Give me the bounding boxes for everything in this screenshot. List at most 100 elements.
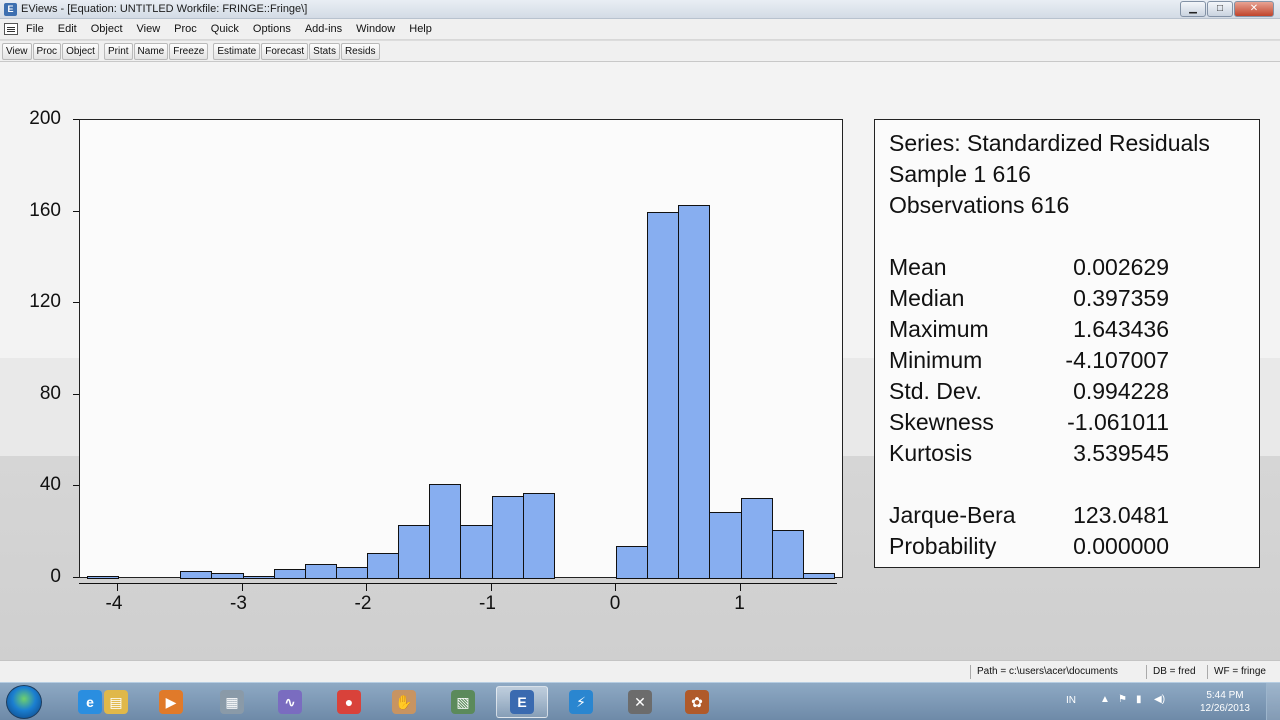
y-tick-mark (73, 302, 79, 304)
menu-file[interactable]: File (26, 23, 44, 35)
name-button[interactable]: Name (133, 42, 169, 60)
stat-value: 1.643436 (1073, 316, 1169, 342)
object-toolbar: View Proc Object Print Name Freeze Estim… (0, 41, 1280, 62)
histogram-bar (460, 525, 493, 579)
y-tick-label: 120 (29, 291, 61, 313)
taskbar-button[interactable]: ∿ (264, 686, 316, 718)
object-button[interactable]: Object (62, 42, 99, 60)
menu-object[interactable]: Object (91, 23, 123, 35)
histogram-plot (79, 119, 843, 579)
volume-icon[interactable]: ◀) (1154, 694, 1165, 705)
histogram-bar (367, 552, 400, 579)
taskbar-button[interactable]: ▶ (145, 686, 197, 718)
stat-value: 0.000000 (1073, 533, 1169, 559)
lightning-icon: ⚡ (569, 690, 593, 714)
system-menu-icon[interactable] (4, 23, 18, 35)
clock[interactable]: 5:44 PM 12/26/2013 (1200, 689, 1250, 715)
network-icon[interactable]: ▮ (1136, 694, 1142, 705)
histogram-bar (180, 571, 213, 579)
clock-time: 5:44 PM (1206, 690, 1244, 701)
taskbar-button[interactable]: ● (323, 686, 375, 718)
freeze-button[interactable]: Freeze (169, 42, 209, 60)
chart-app-icon: ∿ (278, 690, 302, 714)
close-button[interactable]: ✕ (1234, 1, 1274, 17)
system-tray: IN ▲ ⚑ ▮ ◀) 5:44 PM 12/26/2013 (1060, 683, 1280, 720)
print-button[interactable]: Print (103, 42, 133, 60)
calculator-icon: ▦ (220, 690, 244, 714)
menu-add-ins[interactable]: Add-ins (305, 23, 342, 35)
taskbar-button[interactable]: ▦ (206, 686, 258, 718)
window-title: EViews - [Equation: UNTITLED Workfile: F… (21, 3, 308, 15)
flag-icon[interactable]: ⚑ (1118, 694, 1127, 705)
x-tick-mark (241, 583, 243, 591)
histogram-bar (273, 568, 306, 579)
film-reel-icon: ✿ (685, 690, 709, 714)
stats-button[interactable]: Stats (309, 42, 340, 60)
stat-value: 123.0481 (1073, 502, 1169, 528)
taskbar-button[interactable]: ▤ (90, 686, 142, 718)
maximize-button[interactable]: □ (1207, 1, 1233, 17)
stat-label: Jarque-Bera (889, 502, 1016, 528)
y-tick-mark (73, 393, 79, 395)
stat-label: Probability (889, 533, 997, 559)
taskbar-button[interactable]: E (496, 686, 548, 718)
status-path: Path = c:\users\acer\documents (970, 665, 1118, 679)
chrome-icon: ● (337, 690, 361, 714)
show-desktop-button[interactable] (1266, 683, 1280, 720)
stat-value: 3.539545 (1073, 440, 1169, 466)
histogram-bar (678, 204, 711, 579)
resids-button[interactable]: Resids (340, 42, 380, 60)
histogram-bar (398, 525, 431, 579)
y-tick-label: 40 (39, 474, 61, 496)
menu-edit[interactable]: Edit (58, 23, 77, 35)
taskbar-button[interactable]: ✋ (378, 686, 430, 718)
histogram-bar (771, 529, 804, 579)
series-name: Series: Standardized Residuals (889, 130, 1210, 156)
x-tick-mark (117, 583, 118, 591)
estimate-button[interactable]: Estimate (213, 42, 261, 60)
proc-button[interactable]: Proc (32, 42, 62, 60)
x-tick-label: -1 (479, 593, 496, 614)
menu-bar: File Edit Object View Proc Quick Options… (0, 19, 1280, 40)
histogram-bar (86, 575, 119, 579)
y-tick-mark (73, 485, 79, 487)
x-tick-label: 1 (734, 593, 745, 614)
histogram-bar (242, 575, 275, 579)
forecast-button[interactable]: Forecast (261, 42, 309, 60)
menu-view[interactable]: View (137, 23, 161, 35)
view-button[interactable]: View (2, 42, 32, 60)
taskbar-button[interactable]: ⚡ (555, 686, 607, 718)
menu-window[interactable]: Window (356, 23, 395, 35)
stat-label: Skewness (889, 409, 994, 435)
menu-quick[interactable]: Quick (211, 23, 239, 35)
y-tick-label: 160 (29, 199, 61, 221)
x-tick-mark (739, 583, 741, 591)
histogram-bar (522, 493, 555, 579)
x-axis-line (79, 583, 837, 584)
language-indicator[interactable]: IN (1066, 695, 1076, 706)
menu-proc[interactable]: Proc (174, 23, 197, 35)
descriptive-stats-box: Series: Standardized Residuals Sample 1 … (874, 119, 1260, 568)
y-tick-label: 200 (29, 108, 61, 129)
stat-label: Maximum (889, 316, 989, 342)
histogram-bar (211, 573, 244, 579)
x-tick-label: -3 (230, 593, 247, 614)
y-tick-label: 80 (39, 382, 61, 404)
x-tick-mark (366, 583, 367, 591)
menu-options[interactable]: Options (253, 23, 291, 35)
window-controls: ▁ □ ✕ (1180, 1, 1274, 18)
stat-value: -4.107007 (1065, 347, 1169, 373)
menu-help[interactable]: Help (409, 23, 432, 35)
minimize-button[interactable]: ▁ (1180, 1, 1206, 17)
taskbar-button[interactable]: ▧ (437, 686, 489, 718)
hand-app-icon: ✋ (392, 690, 416, 714)
sample-range: Sample 1 616 (889, 161, 1031, 187)
x-tick-mark (490, 583, 492, 591)
stat-label: Std. Dev. (889, 378, 982, 404)
tray-arrow-icon[interactable]: ▲ (1100, 694, 1110, 705)
histogram-bar (304, 564, 337, 579)
start-button[interactable] (6, 685, 42, 719)
taskbar-button[interactable]: ✿ (671, 686, 723, 718)
y-tick-label: 0 (50, 566, 61, 587)
taskbar-button[interactable]: ✕ (614, 686, 666, 718)
